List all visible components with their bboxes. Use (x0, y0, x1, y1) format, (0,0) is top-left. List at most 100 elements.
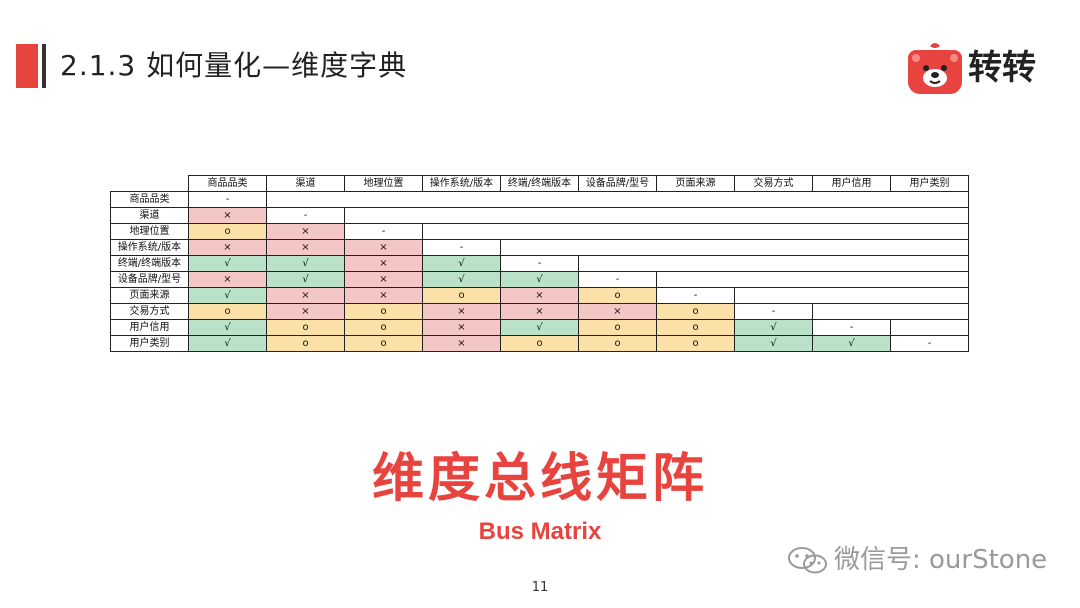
dimension-matrix: 商品品类 渠道 地理位置 操作系统/版本 终端/终端版本 设备品牌/型号 页面来源 交易方式用… (110, 175, 969, 352)
matrix-cell: o (578, 335, 657, 352)
matrix-cell: o (656, 319, 735, 336)
matrix-cell: o (188, 303, 267, 320)
brand-logo-text: 转转 (968, 48, 1036, 88)
matrix-cell: × (188, 271, 267, 288)
matrix-cell: o (266, 335, 345, 352)
matrix-column-header: 操作系统/版本 (422, 175, 501, 192)
matrix-cell: × (422, 303, 501, 320)
matrix-row: 商品品类 - (110, 191, 969, 208)
matrix-cell: √ (188, 319, 267, 336)
matrix-column-header: 交易方式 (734, 175, 813, 192)
matrix-cell: × (188, 239, 267, 256)
bus-matrix-title: 维度总线矩阵 (371, 449, 708, 509)
matrix-cell: √ (812, 335, 891, 352)
matrix-cell: - (578, 271, 657, 288)
matrix-cell: √ (266, 255, 345, 272)
matrix-row-header: 设备品牌/型号 (110, 271, 189, 288)
matrix-cell: √ (422, 255, 501, 272)
page-number: 11 (531, 580, 549, 595)
matrix-cell: o (656, 335, 735, 352)
matrix-row: 渠道 × - (110, 207, 969, 224)
matrix-row: 地理位置 o × - (110, 223, 969, 240)
matrix-row: 页面来源 √ × × o × o - (110, 287, 969, 304)
matrix-cell: - (344, 223, 423, 240)
matrix-row: 设备品牌/型号 × √ × √ √ - (110, 271, 969, 288)
matrix-row: 操作系统/版本 × × × - (110, 239, 969, 256)
matrix-cell: √ (188, 335, 267, 352)
matrix-cell: × (344, 271, 423, 288)
matrix-column-header: 设备品牌/型号 (578, 175, 657, 192)
matrix-row: 用户信用 √ o o × √ o o √ - (110, 319, 969, 336)
matrix-cell: √ (734, 335, 813, 352)
matrix-row: 终端/终端版本 √ √ × √ - (110, 255, 969, 272)
matrix-empty-cell (890, 319, 969, 336)
matrix-cell: - (500, 255, 579, 272)
matrix-row: 交易方式 o × o × × × o - (110, 303, 969, 320)
matrix-cell: √ (500, 319, 579, 336)
matrix-row-header: 地理位置 (110, 223, 189, 240)
bus-matrix-table: 商品品类 渠道 地理位置 操作系统/版本 终端/终端版本 设备品牌/型号 页面来源 交易方式用… (110, 175, 969, 352)
slide-title: 2.1.3 如何量化—维度字典 (60, 49, 408, 82)
brand-logo: 转转 (906, 40, 1046, 96)
matrix-row-header: 用户信用 (110, 319, 189, 336)
title-accent-line (42, 44, 46, 88)
matrix-cell: × (344, 239, 423, 256)
matrix-cell: - (812, 319, 891, 336)
title-accent-bar (16, 44, 38, 88)
matrix-column-header: 终端/终端版本 (500, 175, 579, 192)
matrix-empty-cell (344, 207, 969, 224)
matrix-cell: o (344, 335, 423, 352)
wechat-icon (788, 546, 827, 573)
matrix-row: 用户类别 √ o o × o o o √ √ - (110, 335, 969, 352)
matrix-empty-cell (656, 271, 969, 288)
matrix-cell: - (266, 207, 345, 224)
bear-logo-icon (908, 43, 962, 94)
matrix-cell: o (344, 303, 423, 320)
matrix-cell: × (266, 223, 345, 240)
matrix-row-header: 交易方式 (110, 303, 189, 320)
matrix-cell: × (500, 287, 579, 304)
matrix-column-header: 商品品类 (188, 175, 267, 192)
matrix-cell: o (656, 303, 735, 320)
matrix-cell: o (500, 335, 579, 352)
matrix-cell: - (422, 239, 501, 256)
matrix-cell: √ (266, 271, 345, 288)
wechat-watermark: 微信号: ourStone (786, 540, 1047, 580)
matrix-column-header: 用户信用 (812, 175, 891, 192)
matrix-row-header: 终端/终端版本 (110, 255, 189, 272)
matrix-empty-cell (812, 303, 969, 320)
matrix-row-header: 商品品类 (110, 191, 189, 208)
matrix-empty-cell (500, 239, 969, 256)
matrix-cell: √ (734, 319, 813, 336)
matrix-empty-cell (734, 287, 969, 304)
matrix-cell: × (422, 319, 501, 336)
matrix-cell: × (578, 303, 657, 320)
matrix-cell: × (188, 207, 267, 224)
matrix-cell: - (656, 287, 735, 304)
matrix-cell: - (188, 191, 267, 208)
matrix-cell: √ (188, 287, 267, 304)
matrix-cell: √ (188, 255, 267, 272)
matrix-cell: × (344, 287, 423, 304)
matrix-cell: × (344, 255, 423, 272)
matrix-cell: × (500, 303, 579, 320)
matrix-column-header: 地理位置 (344, 175, 423, 192)
matrix-cell: - (734, 303, 813, 320)
matrix-cell: o (344, 319, 423, 336)
matrix-cell: × (422, 335, 501, 352)
matrix-cell: o (422, 287, 501, 304)
matrix-row-header: 用户类别 (110, 335, 189, 352)
matrix-column-header: 页面来源 (656, 175, 735, 192)
watermark-text: 微信号: ourStone (834, 545, 1048, 575)
matrix-column-header: 渠道 (266, 175, 345, 192)
matrix-cell: × (266, 239, 345, 256)
matrix-cell: - (890, 335, 969, 352)
matrix-column-header: 用户类别 (890, 175, 969, 192)
matrix-cell: √ (422, 271, 501, 288)
matrix-cell: × (266, 303, 345, 320)
matrix-row-header: 页面来源 (110, 287, 189, 304)
matrix-cell: o (578, 319, 657, 336)
matrix-empty-cell (266, 191, 969, 208)
matrix-empty-cell (578, 255, 969, 272)
matrix-corner (111, 176, 189, 192)
